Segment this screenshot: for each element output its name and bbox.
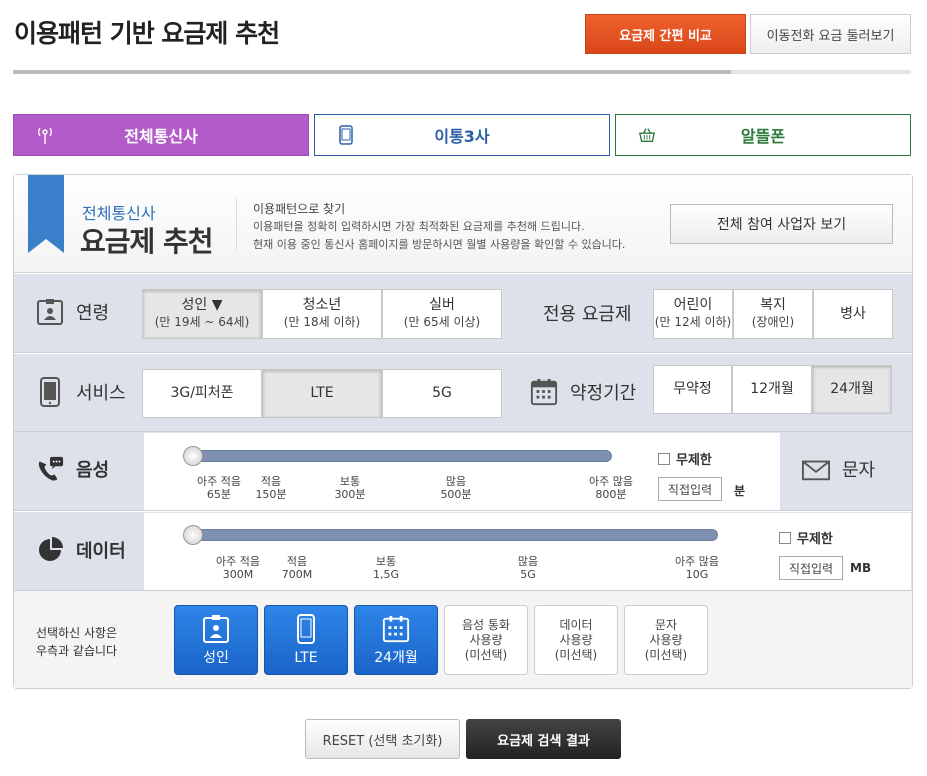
age-label: 연령 bbox=[36, 298, 109, 326]
voice-tick-label: 적음 150분 bbox=[255, 475, 287, 501]
age-option-adult[interactable]: 성인 ▼ (만 19세 ~ 64세) bbox=[142, 289, 262, 339]
header-title: 요금제 추천 bbox=[80, 225, 214, 258]
tab-mno[interactable]: 이통3사 bbox=[314, 114, 610, 156]
voice-tick-label: 많음 500분 bbox=[440, 475, 472, 501]
special-option-soldier[interactable]: 병사 bbox=[813, 289, 893, 339]
service-label: 서비스 bbox=[36, 377, 126, 407]
voice-unlimited-checkbox[interactable]: 무제한 bbox=[658, 449, 712, 468]
voice-label: 음성 bbox=[36, 455, 109, 483]
tab-all-carriers[interactable]: 전체통신사 bbox=[13, 114, 309, 156]
smartphone-icon bbox=[297, 614, 315, 644]
special-option-welfare[interactable]: 복지 (장애인) bbox=[733, 289, 813, 339]
plan-compare-button[interactable]: 요금제 간편 비교 bbox=[585, 14, 746, 54]
browse-rates-button[interactable]: 이동전화 요금 둘러보기 bbox=[750, 14, 911, 54]
summary-age: 성인 bbox=[174, 605, 258, 675]
voice-direct-input[interactable]: 직접입력 bbox=[658, 477, 722, 501]
data-tick-label: 적음 700M bbox=[281, 555, 313, 581]
data-unlimited-checkbox[interactable]: 무제한 bbox=[779, 528, 833, 547]
summary-contract: 24개월 bbox=[354, 605, 438, 675]
data-label: 데이터 bbox=[36, 536, 126, 564]
pie-chart-icon bbox=[36, 536, 64, 564]
summary-service: LTE bbox=[264, 605, 348, 675]
basket-icon bbox=[638, 128, 656, 142]
voice-tick-label: 아주 적음 65분 bbox=[197, 475, 241, 501]
special-option-child[interactable]: 어린이 (만 12세 이하) bbox=[653, 289, 733, 339]
id-card-icon bbox=[36, 298, 64, 326]
header-description: 이용패턴으로 찾기 이용패턴을 정확히 입력하시면 가장 최적화된 요금제를 추… bbox=[253, 200, 625, 254]
sms-label: 문자 bbox=[802, 455, 875, 483]
calendar-icon bbox=[530, 378, 558, 406]
all-carriers-button[interactable]: 전체 참여 사업자 보기 bbox=[670, 204, 893, 244]
data-direct-input[interactable]: 직접입력 bbox=[779, 556, 843, 580]
voice-unit: 분 bbox=[734, 484, 746, 498]
phone-chat-icon bbox=[36, 455, 64, 483]
envelope-icon bbox=[802, 455, 830, 483]
search-results-button[interactable]: 요금제 검색 결과 bbox=[466, 719, 621, 759]
voice-slider-track[interactable] bbox=[186, 450, 612, 462]
desc-line: 현재 이용 중인 통신사 홈페이지를 방문하시면 월별 사용량을 확인할 수 있… bbox=[253, 238, 626, 251]
summary-data: 데이터 사용량 (미선택) bbox=[534, 605, 618, 675]
desc-title: 이용패턴으로 찾기 bbox=[253, 202, 346, 216]
contract-option-24[interactable]: 24개월 bbox=[812, 365, 892, 414]
calendar-icon bbox=[382, 615, 410, 643]
data-tick-label: 보통 1,5G bbox=[372, 555, 400, 581]
service-option-5g[interactable]: 5G bbox=[382, 369, 502, 418]
desc-line: 이용패턴을 정확히 입력하시면 가장 최적화된 요금제를 추천해 드립니다. bbox=[253, 220, 585, 233]
data-tick-label: 많음 5G bbox=[517, 555, 539, 581]
summary-voice: 음성 통화 사용량 (미선택) bbox=[444, 605, 528, 675]
summary-sms: 문자 사용량 (미선택) bbox=[624, 605, 708, 675]
reset-button[interactable]: RESET (선택 초기화) bbox=[305, 719, 460, 759]
divider bbox=[236, 198, 237, 250]
summary-label: 선택하신 사항은 우측과 같습니다 bbox=[36, 626, 118, 658]
contract-option-none[interactable]: 무약정 bbox=[653, 365, 732, 414]
tab-label: 이통3사 bbox=[434, 127, 490, 146]
service-option-lte[interactable]: LTE bbox=[262, 369, 382, 418]
tab-label: 알뜰폰 bbox=[740, 127, 786, 146]
data-slider-handle[interactable] bbox=[183, 525, 203, 545]
tab-label: 전체통신사 bbox=[124, 127, 198, 146]
data-tick-label: 아주 적음 300M bbox=[216, 555, 260, 581]
voice-tick-label: 보통 300분 bbox=[334, 475, 366, 501]
contract-label: 약정기간 bbox=[530, 378, 636, 406]
page-title: 이용패턴 기반 요금제 추천 bbox=[14, 19, 280, 48]
data-tick-label: 아주 많음 10G bbox=[675, 555, 719, 581]
voice-tick-label: 아주 많음 800분 bbox=[589, 475, 633, 501]
voice-slider-handle[interactable] bbox=[183, 446, 203, 466]
id-card-icon bbox=[203, 615, 229, 643]
phone-icon bbox=[339, 125, 353, 145]
age-option-youth[interactable]: 청소년 (만 18세 이하) bbox=[262, 289, 382, 339]
special-plan-label: 전용 요금제 bbox=[543, 304, 632, 325]
tab-mvno[interactable]: 알뜰폰 bbox=[615, 114, 911, 156]
contract-option-12[interactable]: 12개월 bbox=[732, 365, 812, 414]
progress-fill bbox=[13, 70, 732, 74]
data-unit: MB bbox=[850, 561, 872, 575]
data-slider-track[interactable] bbox=[186, 529, 718, 541]
antenna-icon bbox=[38, 127, 52, 144]
service-option-3g[interactable]: 3G/피처폰 bbox=[142, 369, 262, 418]
age-option-silver[interactable]: 실버 (만 65세 이상) bbox=[382, 289, 502, 339]
smartphone-icon bbox=[36, 377, 64, 407]
progress-bar bbox=[13, 70, 911, 74]
